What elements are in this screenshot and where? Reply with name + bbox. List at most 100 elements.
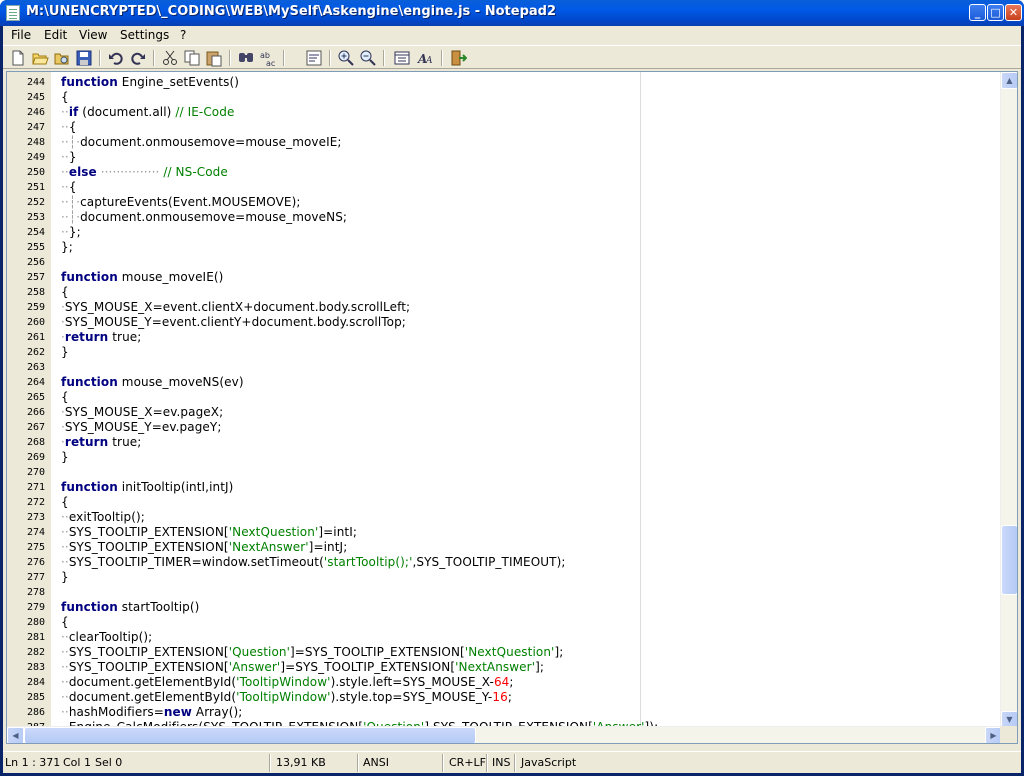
status-lexer[interactable]: JavaScript [521, 756, 576, 769]
code-line[interactable]: ··SYS_TOOLTIP_EXTENSION['NextQuestion']=… [61, 525, 357, 539]
find-icon[interactable] [237, 49, 255, 67]
wordwrap-icon[interactable] [305, 49, 323, 67]
browse-icon[interactable] [53, 49, 71, 67]
minimize-button[interactable]: _ [969, 4, 986, 21]
code-line[interactable]: ··} [61, 150, 77, 164]
notepad2-window: M:\UNENCRYPTED\_CODING\WEB\MySelf\Askeng… [0, 0, 1024, 776]
replace-icon[interactable]: abac [259, 49, 277, 67]
code-line[interactable]: ·return true; [61, 330, 141, 344]
scroll-up-button[interactable]: ▲ [1001, 72, 1017, 89]
scheme-icon[interactable] [393, 49, 411, 67]
status-encoding[interactable]: ANSI [363, 756, 389, 769]
line-number: 253 [26, 212, 45, 223]
code-line[interactable]: ··┆·captureEvents(Event.MOUSEMOVE); [61, 195, 301, 209]
code-line[interactable]: ··┆·document.onmousemove=mouse_moveIE; [61, 135, 342, 149]
font-icon[interactable]: AA [417, 49, 435, 67]
code-line[interactable]: ··hashModifiers=new Array(); [61, 705, 242, 719]
menu-view[interactable]: View [79, 28, 107, 42]
maximize-button[interactable]: □ [987, 4, 1004, 21]
menu-settings[interactable]: Settings [120, 28, 169, 42]
open-icon[interactable] [31, 49, 49, 67]
scroll-left-button[interactable]: ◀ [7, 727, 24, 743]
code-line[interactable]: { [61, 495, 69, 509]
code-token: initTooltip(intI,intJ) [117, 480, 234, 494]
code-line[interactable]: ·SYS_MOUSE_X=ev.pageX; [61, 405, 223, 419]
line-number: 246 [26, 107, 45, 118]
new-icon[interactable] [9, 49, 27, 67]
code-line[interactable]: ··if (document.all) // IE-Code [61, 105, 234, 119]
status-insert-mode[interactable]: INS [492, 756, 510, 769]
line-number: 277 [26, 572, 45, 583]
code-line[interactable]: { [61, 90, 69, 104]
code-line[interactable]: ··exitTooltip(); [61, 510, 145, 524]
code-line[interactable]: function startTooltip() [61, 600, 199, 614]
line-number: 251 [26, 182, 45, 193]
menu-file[interactable]: File [11, 28, 31, 42]
whitespace-marker: ·· [61, 165, 69, 179]
code-line[interactable]: ··else ··············· // NS-Code [61, 165, 228, 179]
status-line-endings[interactable]: CR+LF [449, 756, 486, 769]
code-line[interactable]: ··SYS_TOOLTIP_EXTENSION['Answer']=SYS_TO… [61, 660, 544, 674]
whitespace-marker: ·· [61, 555, 69, 569]
code-line[interactable]: ··SYS_TOOLTIP_TIMER=window.setTimeout('s… [61, 555, 566, 569]
code-line[interactable]: ··SYS_TOOLTIP_EXTENSION['NextAnswer']=in… [61, 540, 347, 554]
vertical-scrollbar[interactable]: ▲ ▼ [1000, 72, 1017, 728]
redo-icon[interactable] [129, 49, 147, 67]
code-line[interactable]: { [61, 285, 69, 299]
vertical-scroll-thumb[interactable] [1001, 525, 1017, 595]
code-line[interactable]: ··document.getElementById('TooltipWindow… [61, 675, 514, 689]
keyword-token: new [163, 705, 192, 719]
code-line[interactable]: ·SYS_MOUSE_Y=event.clientY+document.body… [61, 315, 406, 329]
whitespace-marker: ·· [61, 150, 69, 164]
code-line[interactable]: ··clearTooltip(); [61, 630, 152, 644]
code-token: SYS_MOUSE_X=ev.pageX; [64, 405, 224, 419]
code-line[interactable]: ··┆·document.onmousemove=mouse_moveNS; [61, 210, 347, 224]
cut-icon[interactable] [161, 49, 179, 67]
close-button[interactable]: ✕ [1005, 4, 1022, 21]
code-line[interactable]: } [61, 450, 69, 464]
code-line[interactable]: }; [61, 240, 73, 254]
whitespace-marker: ·· [61, 225, 69, 239]
menu-edit[interactable]: Edit [44, 28, 67, 42]
number-token: 16 [492, 690, 508, 704]
zoom-in-icon[interactable] [337, 49, 355, 67]
code-line[interactable]: ·return true; [61, 435, 141, 449]
line-number: 284 [26, 677, 45, 688]
code-line[interactable]: ··{ [61, 180, 77, 194]
code-line[interactable]: function mouse_moveIE() [61, 270, 223, 284]
string-token: 'startTooltip();' [323, 555, 413, 569]
code-token: ; [509, 675, 514, 689]
code-line[interactable]: { [61, 390, 69, 404]
status-separator [486, 754, 488, 772]
code-line[interactable]: } [61, 345, 69, 359]
menu-help[interactable]: ? [180, 28, 186, 42]
code-line[interactable]: ··SYS_TOOLTIP_EXTENSION['Question']=SYS_… [61, 645, 563, 659]
code-line[interactable]: { [61, 615, 69, 629]
code-line[interactable]: function initTooltip(intI,intJ) [61, 480, 233, 494]
line-number: 250 [26, 167, 45, 178]
code-line[interactable]: function mouse_moveNS(ev) [61, 375, 244, 389]
horizontal-scrollbar[interactable]: ◀ ▶ [7, 726, 1002, 743]
code-token: clearTooltip(); [68, 630, 153, 644]
paste-icon[interactable] [205, 49, 223, 67]
code-line[interactable]: ··document.getElementById('TooltipWindow… [61, 690, 512, 704]
line-number: 248 [26, 137, 45, 148]
line-number: 279 [26, 602, 45, 613]
copy-icon[interactable] [183, 49, 201, 67]
save-icon[interactable] [75, 49, 93, 67]
exit-icon[interactable] [449, 49, 467, 67]
code-line[interactable]: ·SYS_MOUSE_Y=ev.pageY; [61, 420, 221, 434]
whitespace-marker: ·· [61, 525, 69, 539]
undo-icon[interactable] [107, 49, 125, 67]
code-line[interactable]: ··}; [61, 225, 81, 239]
code-line[interactable]: function Engine_setEvents() [61, 75, 239, 89]
code-line[interactable]: } [61, 570, 69, 584]
code-line[interactable]: ··{ [61, 120, 77, 134]
fold-margin [51, 72, 57, 743]
title-bar[interactable]: M:\UNENCRYPTED\_CODING\WEB\MySelf\Askeng… [0, 0, 1024, 26]
notepad-app-icon[interactable] [6, 5, 20, 21]
code-editor[interactable]: 244 245 246 247 248 249 250 251 252 253 254 255 256 2… [6, 71, 1018, 744]
horizontal-scroll-thumb[interactable] [24, 727, 476, 743]
code-line[interactable]: ·SYS_MOUSE_X=event.clientX+document.body… [61, 300, 410, 314]
zoom-out-icon[interactable] [359, 49, 377, 67]
